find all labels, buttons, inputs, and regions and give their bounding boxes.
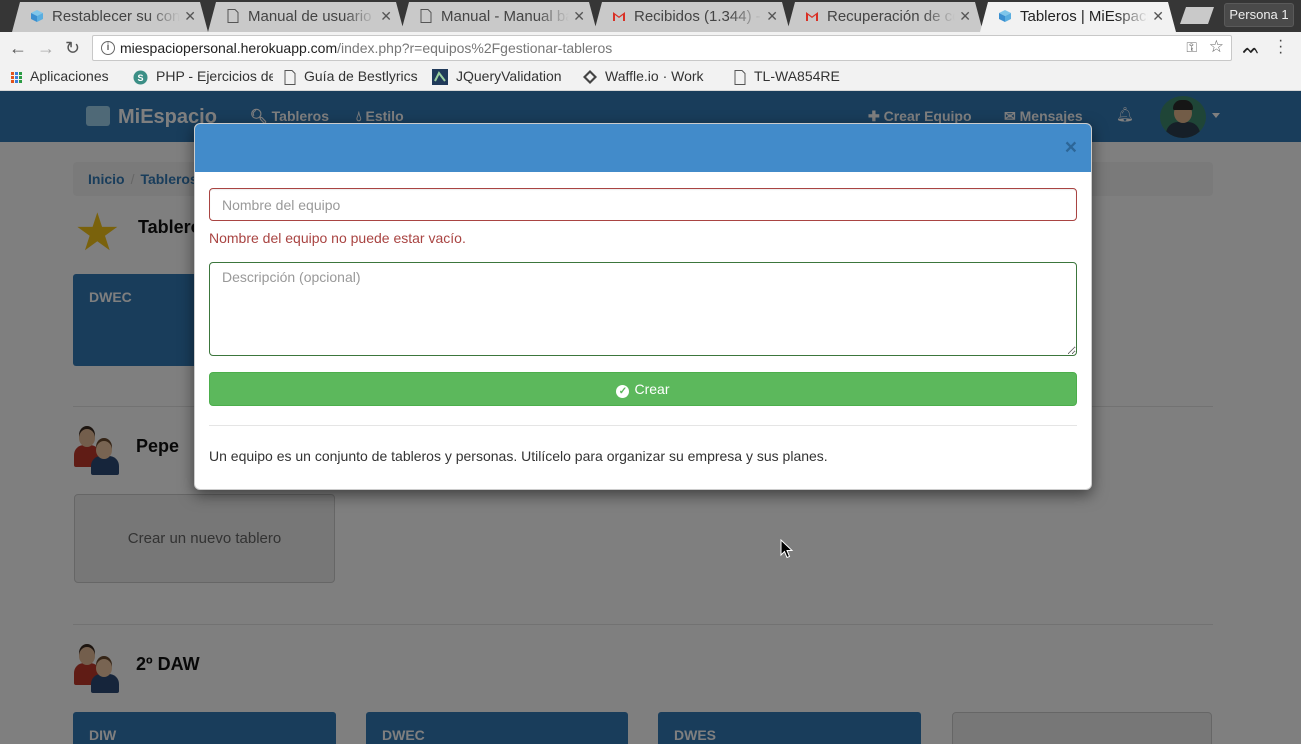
- address-bar[interactable]: i miespaciopersonal.herokuapp.com/index.…: [92, 35, 1232, 61]
- cube-icon: [30, 9, 44, 23]
- team-name-input[interactable]: [209, 188, 1077, 221]
- browser-tab[interactable]: Recuperación de contraseña ✕: [787, 2, 983, 32]
- close-tab-icon[interactable]: ✕: [573, 8, 585, 25]
- bookmark-item[interactable]: S PHP - Ejercicios de: [133, 68, 273, 85]
- waffle-icon: [583, 70, 597, 85]
- name-error-message: Nombre del equipo no puede estar vacío.: [209, 230, 466, 246]
- help-text: Un equipo es un conjunto de tableros y p…: [209, 448, 828, 464]
- tab-title: Manual - Manual básico: [441, 8, 566, 25]
- browser-tab[interactable]: Restablecer su contraseña ✕: [12, 2, 208, 32]
- web-page: MiEspacio 🔍︎ Tableros 💧︎ Estilo ✚ Crear …: [0, 91, 1301, 744]
- cube-icon: [998, 9, 1012, 23]
- profile-button[interactable]: Persona 1: [1224, 3, 1294, 27]
- description-textarea[interactable]: [209, 262, 1077, 356]
- close-tab-icon[interactable]: ✕: [959, 8, 971, 25]
- gmail-icon: [805, 9, 819, 23]
- forward-arrow-icon[interactable]: →: [37, 38, 55, 58]
- mouse-cursor-icon: [780, 539, 794, 559]
- page-icon: [734, 69, 746, 85]
- bookmarks-bar: Aplicaciones S PHP - Ejercicios de Guía d…: [0, 64, 1301, 91]
- browser-toolbar: ← → ↻ i miespaciopersonal.herokuapp.com/…: [0, 32, 1301, 64]
- bookmark-star-icon[interactable]: ☆: [1209, 37, 1224, 57]
- bookmark-item[interactable]: Guía de Bestlyrics: [284, 68, 418, 85]
- new-tab-button[interactable]: [1180, 7, 1214, 24]
- extension-icon[interactable]: ᨓ: [1243, 40, 1260, 57]
- bookmark-item[interactable]: TL-WA854RE: [734, 68, 840, 85]
- bookmark-apps[interactable]: Aplicaciones: [11, 68, 109, 84]
- create-team-modal: × Nombre del equipo no puede estar vacío…: [194, 123, 1092, 490]
- create-button[interactable]: ✓ Crear: [209, 372, 1077, 406]
- apps-grid-icon: [11, 71, 22, 83]
- key-icon[interactable]: ⚿: [1186, 39, 1197, 56]
- back-arrow-icon[interactable]: ←: [9, 38, 27, 58]
- tab-title: Manual de usuario: [248, 8, 372, 25]
- tab-title: Tableros | MiEspacio: [1020, 8, 1148, 25]
- close-tab-icon[interactable]: ✕: [380, 8, 392, 25]
- tab-title: Recibidos (1.344) - g: [634, 8, 762, 25]
- reload-icon[interactable]: ↻: [65, 38, 80, 58]
- browser-tab[interactable]: Manual de usuario ✕: [208, 2, 404, 32]
- browser-menu-icon[interactable]: · · ·: [1278, 33, 1283, 61]
- close-tab-icon[interactable]: ✕: [1152, 8, 1164, 25]
- divider: [209, 425, 1077, 426]
- bookmark-item[interactable]: JQueryValidation: [432, 68, 562, 86]
- bookmark-item[interactable]: Waffle.io · Work: [583, 68, 704, 85]
- browser-tab-strip: Restablecer su contraseña ✕ Manual de us…: [0, 0, 1301, 32]
- close-icon[interactable]: ×: [1065, 137, 1077, 158]
- close-tab-icon[interactable]: ✕: [766, 8, 778, 25]
- jquery-validation-icon: [432, 69, 448, 86]
- close-tab-icon[interactable]: ✕: [184, 8, 196, 25]
- gmail-icon: [612, 9, 626, 23]
- page-icon: [284, 69, 296, 85]
- url-text[interactable]: miespaciopersonal.herokuapp.com/index.ph…: [120, 40, 612, 56]
- modal-header: ×: [195, 124, 1091, 172]
- browser-tab[interactable]: Recibidos (1.344) - g ✕: [594, 2, 790, 32]
- page-icon: [419, 9, 433, 23]
- check-circle-icon: ✓: [616, 385, 630, 398]
- svg-text:S: S: [137, 73, 143, 83]
- tab-title: Restablecer su contraseña: [52, 8, 180, 25]
- tab-title: Recuperación de contraseña: [827, 8, 953, 25]
- page-icon: [226, 9, 240, 23]
- php-logo-icon: S: [133, 70, 148, 85]
- browser-tab[interactable]: Manual - Manual básico ✕: [401, 2, 597, 32]
- info-icon[interactable]: i: [101, 41, 115, 55]
- browser-tab-active[interactable]: Tableros | MiEspacio ✕: [980, 2, 1176, 32]
